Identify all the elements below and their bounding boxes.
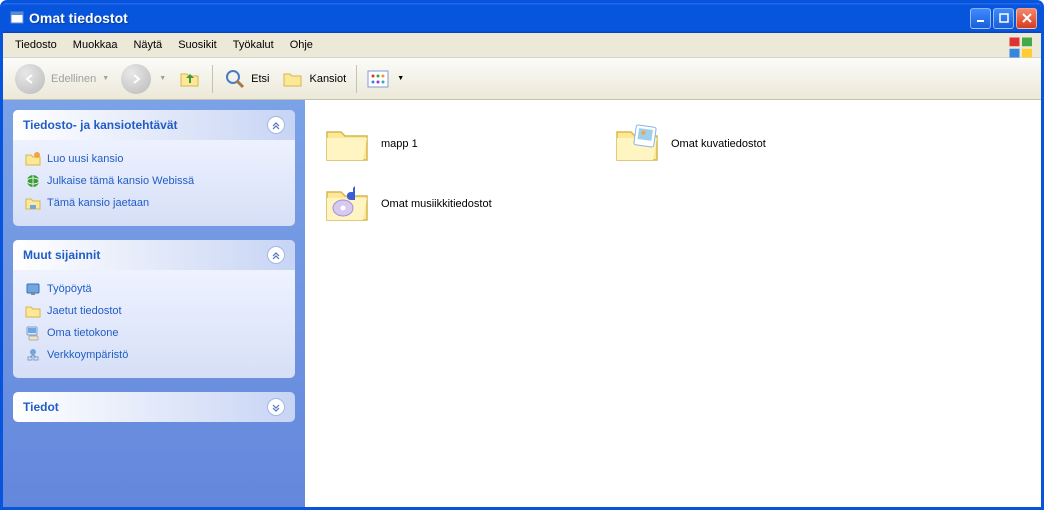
- panel-title: Tiedosto- ja kansiotehtävät: [23, 118, 177, 132]
- item-label: Omat kuvatiedostot: [671, 138, 766, 150]
- menu-favorites[interactable]: Suosikit: [170, 36, 225, 54]
- panel-details: Tiedot: [13, 392, 295, 422]
- back-label: Edellinen: [51, 73, 96, 85]
- network-icon: [25, 347, 41, 363]
- expand-icon: [267, 398, 285, 416]
- desktop-icon: [25, 281, 41, 297]
- maximize-button[interactable]: [993, 8, 1014, 29]
- sidebar-item-desktop[interactable]: Työpöytä: [25, 278, 283, 300]
- close-button[interactable]: [1016, 8, 1037, 29]
- menu-file[interactable]: Tiedosto: [7, 36, 65, 54]
- menubar: Tiedosto Muokkaa Näytä Suosikit Työkalut…: [3, 33, 1041, 58]
- music-folder-icon: [323, 180, 371, 228]
- sidebar-item-label: Jaetut tiedostot: [47, 305, 122, 317]
- sidebar-item-label: Verkkoympäristö: [47, 349, 128, 361]
- search-label: Etsi: [251, 73, 269, 85]
- window-icon: [9, 10, 25, 26]
- sidebar-item-my-computer[interactable]: Oma tietokone: [25, 322, 283, 344]
- toolbar: Edellinen ▼ ▼ Etsi Ka: [3, 58, 1041, 100]
- folders-icon: [281, 67, 305, 91]
- item-label: Omat musiikkitiedostot: [381, 198, 492, 210]
- collapse-icon: [267, 246, 285, 264]
- sidebar-item-shared-docs[interactable]: Jaetut tiedostot: [25, 300, 283, 322]
- back-button[interactable]: Edellinen ▼: [9, 62, 115, 96]
- titlebar: Omat tiedostot: [3, 3, 1041, 33]
- back-arrow-icon: [15, 64, 45, 94]
- forward-arrow-icon: [121, 64, 151, 94]
- sidebar-item-label: Luo uusi kansio: [47, 153, 123, 165]
- chevron-down-icon: ▼: [159, 75, 166, 82]
- views-icon: [367, 70, 391, 88]
- shared-docs-icon: [25, 303, 41, 319]
- sidebar-item-network[interactable]: Verkkoympäristö: [25, 344, 283, 366]
- panel-title: Muut sijainnit: [23, 248, 100, 262]
- publish-web-icon: [25, 173, 41, 189]
- up-button[interactable]: [172, 65, 208, 93]
- forward-button[interactable]: ▼: [115, 62, 172, 96]
- panel-file-tasks: Tiedosto- ja kansiotehtävät Luo uusi kan…: [13, 110, 295, 226]
- menu-help[interactable]: Ohje: [282, 36, 321, 54]
- windows-logo-icon: [1007, 35, 1037, 55]
- views-button[interactable]: ▼: [361, 68, 410, 90]
- folder-item[interactable]: mapp 1: [319, 114, 609, 174]
- content-area: mapp 1 Omat kuvatiedostot Omat musiikkit…: [305, 100, 1041, 507]
- sidebar-item-label: Tämä kansio jaetaan: [47, 197, 149, 209]
- search-icon: [223, 67, 247, 91]
- chevron-down-icon: ▼: [397, 75, 404, 82]
- sidebar-item-publish-web[interactable]: Julkaise tämä kansio Webissä: [25, 170, 283, 192]
- menu-tools[interactable]: Työkalut: [225, 36, 282, 54]
- share-folder-icon: [25, 195, 41, 211]
- sidebar: Tiedosto- ja kansiotehtävät Luo uusi kan…: [3, 100, 305, 507]
- sidebar-item-label: Julkaise tämä kansio Webissä: [47, 175, 194, 187]
- collapse-icon: [267, 116, 285, 134]
- item-label: mapp 1: [381, 138, 418, 150]
- panel-header-other-places[interactable]: Muut sijainnit: [13, 240, 295, 270]
- my-computer-icon: [25, 325, 41, 341]
- sidebar-item-label: Oma tietokone: [47, 327, 119, 339]
- panel-title: Tiedot: [23, 400, 59, 414]
- panel-other-places: Muut sijainnit Työpöytä: [13, 240, 295, 378]
- folder-item[interactable]: Omat kuvatiedostot: [609, 114, 899, 174]
- minimize-button[interactable]: [970, 8, 991, 29]
- folder-icon: [323, 120, 371, 168]
- menu-edit[interactable]: Muokkaa: [65, 36, 126, 54]
- folder-item[interactable]: Omat musiikkitiedostot: [319, 174, 609, 234]
- sidebar-item-new-folder[interactable]: Luo uusi kansio: [25, 148, 283, 170]
- panel-header-details[interactable]: Tiedot: [13, 392, 295, 422]
- chevron-down-icon: ▼: [102, 75, 109, 82]
- folders-label: Kansiot: [309, 73, 346, 85]
- folder-up-icon: [178, 67, 202, 91]
- sidebar-item-label: Työpöytä: [47, 283, 92, 295]
- pictures-folder-icon: [613, 120, 661, 168]
- new-folder-icon: [25, 151, 41, 167]
- window-title: Omat tiedostot: [29, 10, 970, 26]
- panel-header-file-tasks[interactable]: Tiedosto- ja kansiotehtävät: [13, 110, 295, 140]
- folders-button[interactable]: Kansiot: [275, 65, 352, 93]
- sidebar-item-share-folder[interactable]: Tämä kansio jaetaan: [25, 192, 283, 214]
- search-button[interactable]: Etsi: [217, 65, 275, 93]
- menu-view[interactable]: Näytä: [125, 36, 170, 54]
